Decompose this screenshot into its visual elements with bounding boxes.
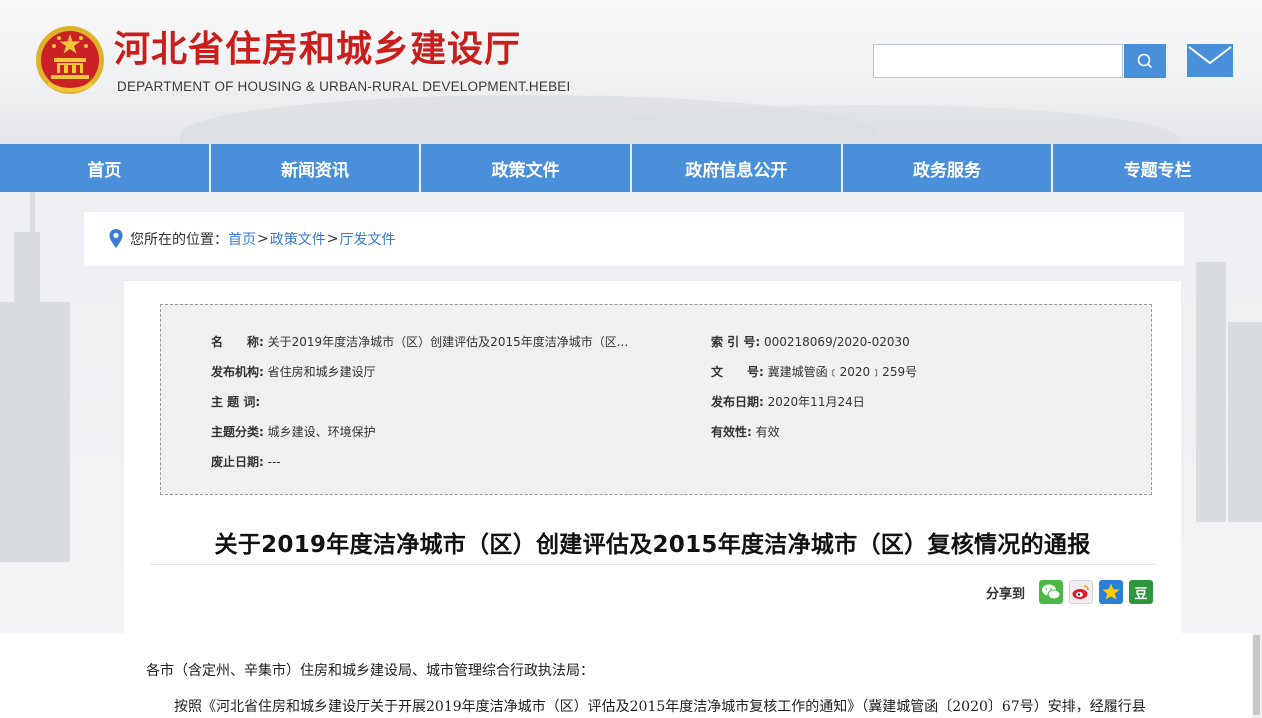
meta-label-category: 主题分类: [211, 425, 264, 439]
document-title: 关于2019年度洁净城市（区）创建评估及2015年度洁净城市（区）复核情况的通报 [214, 532, 1091, 558]
breadcrumb-item-home[interactable]: 首页 [228, 229, 256, 249]
search-icon [1137, 53, 1153, 69]
search-input[interactable] [873, 44, 1123, 78]
meta-label-issuer: 发布机构: [211, 365, 264, 379]
meta-label-validity: 有效性: [711, 425, 752, 439]
main-nav: 首页 新闻资讯 政策文件 政府信息公开 政务服务 专题专栏 [0, 144, 1262, 192]
wechat-icon [1042, 584, 1061, 600]
breadcrumb-separator: > [257, 231, 269, 247]
mail-icon [1188, 46, 1232, 65]
meta-row-expiry: 废止日期: --- [211, 453, 281, 470]
douban-icon: 豆 [1134, 586, 1148, 602]
meta-row-name: 名 称: 关于2019年度洁净城市（区）创建评估及2015年度洁净城市（区... [211, 333, 628, 350]
breadcrumb-prefix: 您所在的位置： [130, 232, 228, 248]
building-decoration [0, 302, 70, 562]
mail-button[interactable] [1187, 44, 1233, 77]
meta-row-subject: 主 题 词: [211, 393, 260, 410]
meta-label-name: 名 称: [211, 335, 264, 349]
nav-item-info-disclosure[interactable]: 政府信息公开 [630, 144, 841, 192]
nav-item-services[interactable]: 政务服务 [840, 144, 1052, 192]
building-decoration [1196, 262, 1226, 522]
wechat-share-button[interactable] [1039, 580, 1064, 604]
meta-label-date: 发布日期: [711, 395, 764, 409]
meta-row-docno: 文 号: 冀建城管函﹝2020﹞259号 [711, 363, 917, 380]
douban-share-button[interactable]: 豆 [1129, 580, 1154, 604]
meta-row-validity: 有效性: 有效 [711, 423, 780, 440]
meta-row-category: 主题分类: 城乡建设、环境保护 [211, 423, 376, 440]
meta-value-category: 城乡建设、环境保护 [267, 425, 376, 439]
building-decoration [1228, 322, 1262, 522]
meta-value-expiry: --- [267, 455, 281, 469]
meta-value-validity: 有效 [755, 425, 780, 439]
title-divider [150, 564, 1156, 565]
breadcrumb-item-dept-documents[interactable]: 厅发文件 [339, 229, 395, 249]
meta-value-date: 2020年11月24日 [767, 395, 865, 409]
qzone-share-button[interactable] [1099, 580, 1124, 604]
meta-value-name: 关于2019年度洁净城市（区）创建评估及2015年度洁净城市（区... [267, 335, 629, 349]
meta-label-expiry: 废止日期: [211, 455, 264, 469]
share-label: 分享到 [986, 586, 1026, 602]
nav-item-home[interactable]: 首页 [0, 144, 209, 192]
meta-value-docno: 冀建城管函﹝2020﹞259号 [767, 365, 918, 379]
site-header: 河北省住房和城乡建设厅 DEPARTMENT OF HOUSING & URBA… [0, 0, 1262, 144]
meta-label-docno: 文 号: [711, 365, 764, 379]
article-paragraph: 按照《河北省住房和城乡建设厅关于开展2019年度洁净城市（区）评估及2015年度… [174, 699, 1146, 715]
site-title[interactable]: 河北省住房和城乡建设厅 [114, 28, 521, 72]
national-emblem-icon[interactable] [34, 24, 106, 96]
building-decoration [30, 192, 35, 252]
article-body: 各市（含定州、辛集市）住房和城乡建设局、城市管理综合行政执法局： 按照《河北省住… [0, 633, 1262, 718]
scrollbar-thumb[interactable] [1253, 635, 1260, 715]
nav-item-news[interactable]: 新闻资讯 [208, 144, 420, 192]
nav-item-topics[interactable]: 专题专栏 [1051, 144, 1262, 192]
qzone-icon [1102, 583, 1120, 600]
search-button[interactable] [1124, 44, 1166, 78]
meta-row-date: 发布日期: 2020年11月24日 [711, 393, 865, 410]
document-metadata-box: 名 称: 关于2019年度洁净城市（区）创建评估及2015年度洁净城市（区...… [160, 304, 1152, 495]
meta-label-index: 索 引 号: [711, 335, 761, 349]
breadcrumb-separator: > [326, 231, 339, 247]
meta-row-issuer: 发布机构: 省住房和城乡建设厅 [211, 363, 376, 380]
weibo-share-button[interactable] [1069, 580, 1094, 604]
weibo-icon [1072, 585, 1089, 599]
meta-label-subject: 主 题 词: [211, 395, 261, 409]
nav-item-policy[interactable]: 政策文件 [419, 144, 630, 192]
meta-value-issuer: 省住房和城乡建设厅 [267, 365, 376, 379]
site-subtitle: DEPARTMENT OF HOUSING & URBAN-RURAL DEVE… [117, 79, 571, 94]
meta-row-index: 索 引 号: 000218069/2020-02030 [711, 333, 910, 350]
article-salutation: 各市（含定州、辛集市）住房和城乡建设局、城市管理综合行政执法局： [146, 663, 594, 679]
location-pin-icon [109, 229, 123, 248]
meta-value-index: 000218069/2020-02030 [763, 335, 910, 349]
share-bar: 分享到 豆 [986, 579, 1154, 605]
breadcrumb-item-policy[interactable]: 政策文件 [270, 229, 326, 249]
breadcrumb: 您所在的位置： 首页 > 政策文件 > 厅发文件 [84, 212, 1184, 266]
